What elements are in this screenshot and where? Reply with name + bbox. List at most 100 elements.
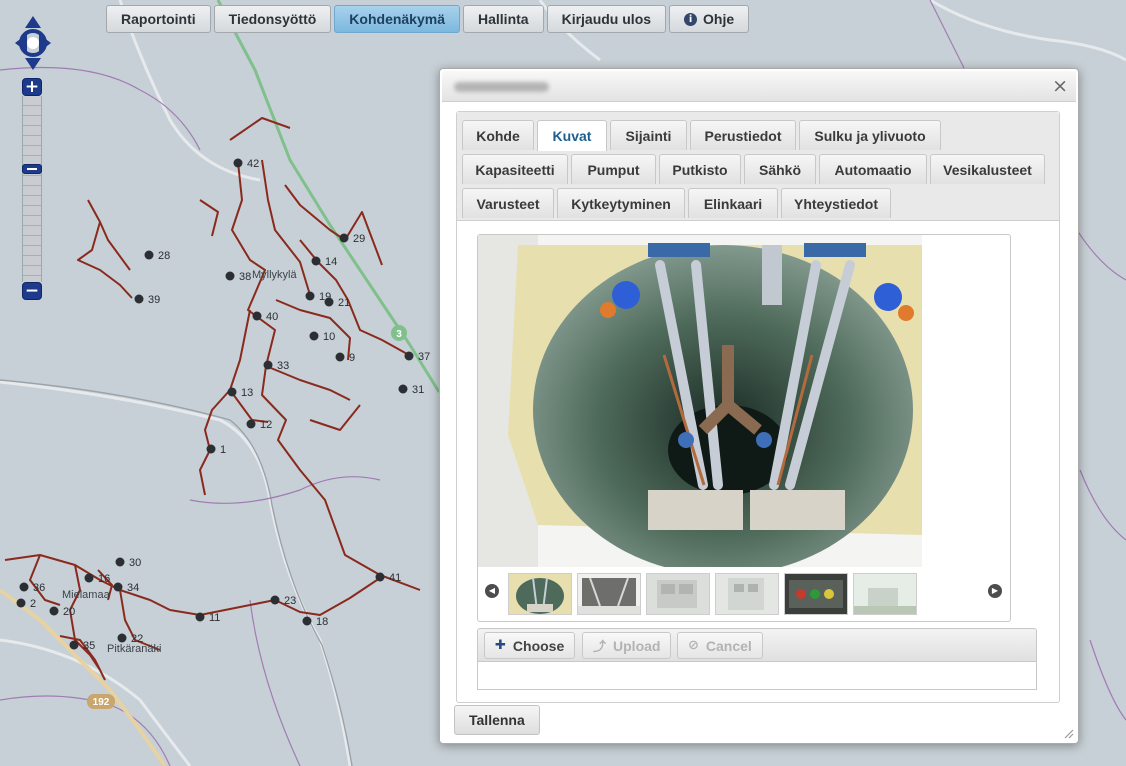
nav-tiedonsyotto[interactable]: Tiedonsyöttö [213, 5, 332, 33]
map-point-41[interactable] [375, 572, 385, 582]
map-point-23[interactable] [270, 595, 280, 605]
map-point-16[interactable] [84, 573, 94, 583]
map-point-12[interactable] [246, 419, 256, 429]
map-point-label-28: 28 [158, 250, 170, 262]
map-point-28[interactable] [144, 250, 154, 260]
zoom-in-button[interactable]: + [22, 78, 42, 96]
zoom-bar: + − [22, 78, 42, 302]
map-point-label-11: 11 [209, 612, 220, 624]
thumbnail[interactable] [646, 573, 710, 615]
map-point-19[interactable] [305, 291, 315, 301]
map-point-label-29: 29 [353, 233, 365, 245]
save-button[interactable]: Tallenna [454, 705, 540, 735]
map-point-11[interactable] [195, 612, 205, 622]
map-point-34[interactable] [113, 582, 123, 592]
gallery-prev-icon[interactable]: ◀ [485, 584, 499, 598]
nav-raportointi[interactable]: Raportointi [106, 5, 211, 33]
map-point-label-37: 37 [418, 351, 430, 363]
nav-kohdenakyma[interactable]: Kohdenäkymä [334, 5, 460, 33]
dialog-titlebar[interactable]: × [442, 71, 1076, 102]
map-point-label-13: 13 [241, 387, 253, 399]
map-point-18[interactable] [302, 616, 312, 626]
photo-gallery: ◀ ▶ [477, 234, 1011, 622]
map-point-30[interactable] [115, 557, 125, 567]
tab-sijainti[interactable]: Sijainti [610, 120, 687, 150]
nav-kirjaudu-ulos[interactable]: Kirjaudu ulos [546, 5, 667, 33]
nav-hallinta[interactable]: Hallinta [463, 5, 544, 33]
map-point-label-23: 23 [284, 595, 296, 607]
thumbnail[interactable] [853, 573, 917, 615]
map-point-33[interactable] [263, 360, 273, 370]
dialog-title-redacted [454, 82, 549, 92]
map-point-9[interactable] [335, 352, 345, 362]
map-point-39[interactable] [134, 294, 144, 304]
zoom-slider-thumb[interactable] [22, 164, 42, 174]
tab-kuvat[interactable]: Kuvat [537, 120, 607, 151]
map-point-label-31: 31 [412, 384, 424, 396]
tab-automaatio[interactable]: Automaatio [819, 154, 927, 184]
cancel-button[interactable]: ⊘ Cancel [677, 632, 763, 659]
nav-ohje[interactable]: i Ohje [669, 5, 750, 33]
map-point-1[interactable] [206, 444, 216, 454]
tab-elinkaari[interactable]: Elinkaari [688, 188, 778, 218]
map-point-31[interactable] [398, 384, 408, 394]
map-point-38[interactable] [225, 271, 235, 281]
nav-ohje-label: Ohje [703, 11, 735, 27]
thumbnail[interactable] [784, 573, 848, 615]
tab-kohde[interactable]: Kohde [462, 120, 534, 150]
map-point-36[interactable] [19, 582, 29, 592]
map-point-label-2: 2 [30, 598, 36, 610]
thumbnail[interactable] [508, 573, 572, 615]
tab-sahko[interactable]: Sähkö [744, 154, 816, 184]
map-point-14[interactable] [311, 256, 321, 266]
tab-kytkeytyminen[interactable]: Kytkeytyminen [557, 188, 685, 218]
gallery-next-icon[interactable]: ▶ [988, 584, 1002, 598]
map-point-label-21: 21 [338, 297, 350, 309]
upload-drop-area[interactable] [477, 662, 1037, 690]
map-point-29[interactable] [339, 233, 349, 243]
cancel-label: Cancel [705, 637, 752, 654]
tab-sulku-ja-ylivuoto[interactable]: Sulku ja ylivuoto [799, 120, 941, 150]
plus-icon: ✚ [495, 638, 506, 653]
road-badge-192: 192 [87, 694, 115, 709]
tab-putkisto[interactable]: Putkisto [659, 154, 741, 184]
map-point-label-36: 36 [33, 582, 45, 594]
tab-pumput[interactable]: Pumput [571, 154, 656, 184]
object-dialog: × Kohde Kuvat Sijainti Perustiedot Sulku… [439, 68, 1079, 744]
zoom-out-button[interactable]: − [22, 282, 42, 300]
map-point-label-35: 35 [83, 640, 95, 652]
map-point-label-40: 40 [266, 311, 278, 323]
tab-vesikalusteet[interactable]: Vesikalusteet [930, 154, 1045, 184]
thumbnail-strip [508, 573, 917, 615]
map-point-label-33: 33 [277, 360, 289, 372]
choose-button[interactable]: ✚ Choose [484, 632, 576, 659]
map-point-10[interactable] [309, 331, 319, 341]
map-point-37[interactable] [404, 351, 414, 361]
map-point-22[interactable] [117, 633, 127, 643]
map-point-21[interactable] [324, 297, 334, 307]
thumbnail[interactable] [577, 573, 641, 615]
map-point-label-42: 42 [247, 158, 259, 170]
tab-yhteystiedot[interactable]: Yhteystiedot [781, 188, 891, 218]
resize-grip-icon[interactable] [1064, 729, 1074, 739]
tab-varusteet[interactable]: Varusteet [462, 188, 554, 218]
close-icon[interactable]: × [1052, 75, 1068, 97]
upload-button[interactable]: ⤴ Upload [582, 632, 672, 659]
thumbnail[interactable] [715, 573, 779, 615]
map-point-20[interactable] [49, 606, 59, 616]
map-point-2[interactable] [16, 598, 26, 608]
tab-kapasiteetti[interactable]: Kapasiteetti [462, 154, 568, 184]
zoom-rail[interactable] [22, 96, 42, 282]
map-point-40[interactable] [252, 311, 262, 321]
map-point-label-10: 10 [323, 331, 335, 343]
road-badge-3: 3 [391, 325, 407, 341]
map-point-42[interactable] [233, 158, 243, 168]
tab-perustiedot[interactable]: Perustiedot [690, 120, 796, 150]
svg-text:3: 3 [396, 329, 402, 340]
map-point-13[interactable] [227, 387, 237, 397]
main-photo[interactable] [478, 235, 922, 567]
map-point-35[interactable] [69, 640, 79, 650]
map-point-label-39: 39 [148, 294, 160, 306]
pan-control[interactable] [13, 14, 53, 72]
map-point-label-1: 1 [220, 444, 226, 456]
